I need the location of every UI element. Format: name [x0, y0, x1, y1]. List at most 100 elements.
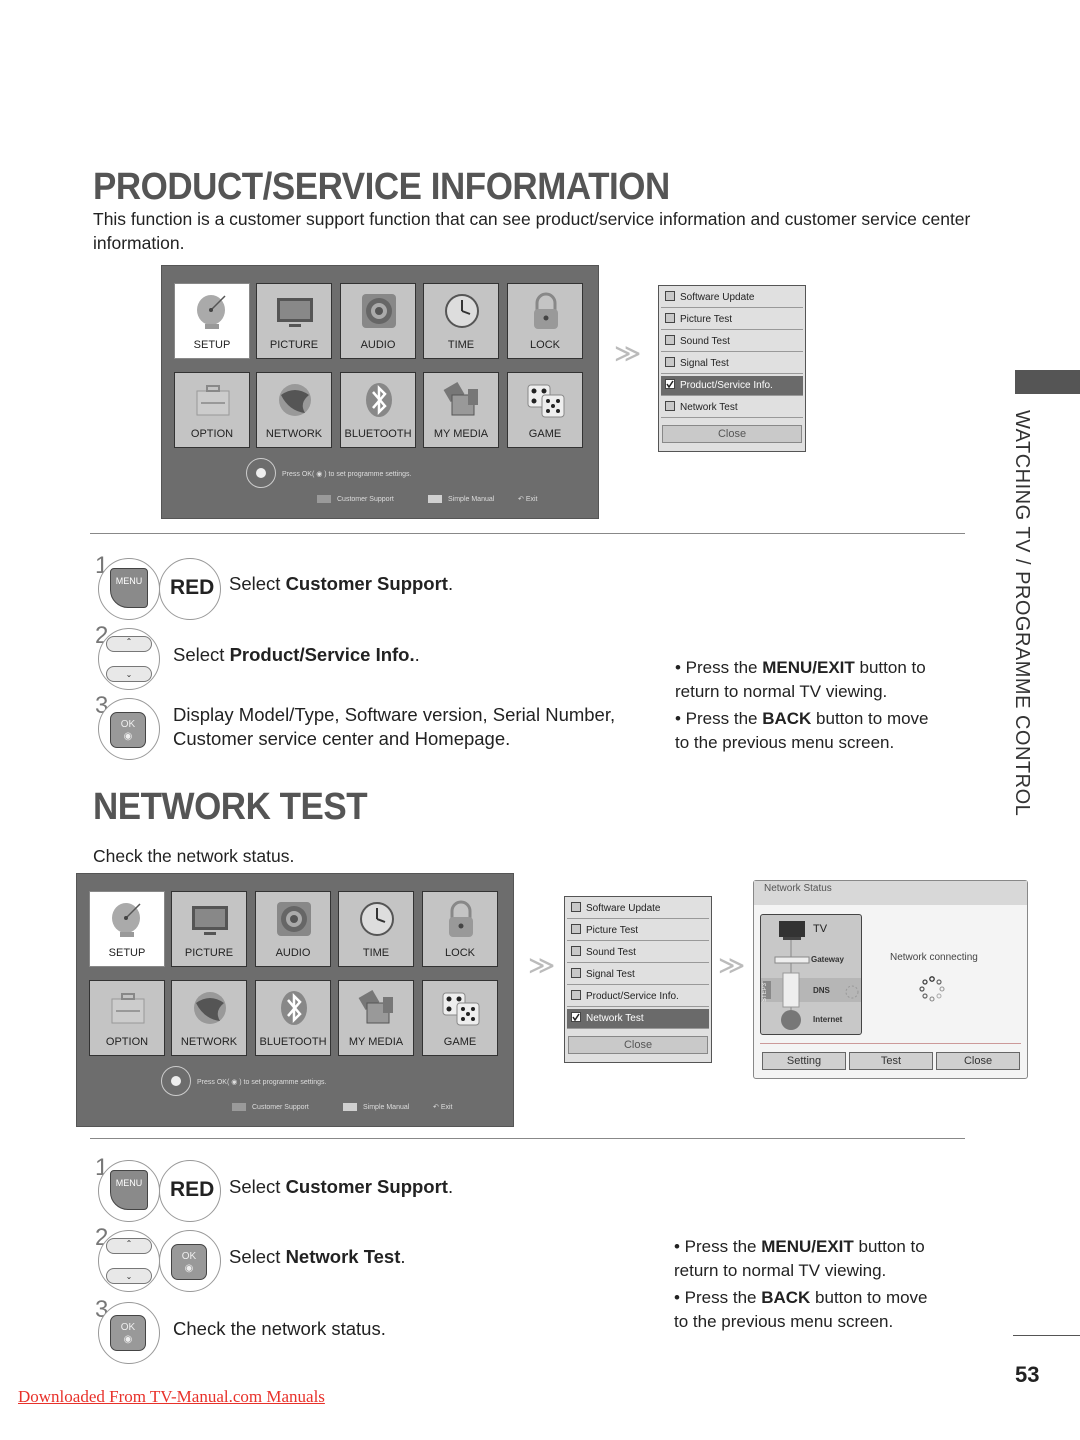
menu-tile-bluetooth[interactable]: BLUETOOTH — [255, 980, 331, 1056]
menu-tile-setup[interactable]: SETUP — [89, 891, 165, 967]
menu-tile-label: SETUP — [193, 339, 231, 351]
menu-tile-label: OPTION — [105, 1036, 149, 1048]
customer-support-submenu: Software Update Picture Test Sound Test Sig… — [658, 285, 806, 452]
menu-tile-option[interactable]: OPTION — [89, 980, 165, 1056]
submenu-item-label: Sound Test — [586, 947, 636, 958]
menu-tile-audio[interactable]: AUDIO — [255, 891, 331, 967]
node-label-tv: TV — [813, 923, 828, 935]
section-title-product-service: PRODUCT/SERVICE INFORMATION — [93, 166, 670, 208]
node-label-internet: Internet — [813, 1015, 843, 1024]
menu-tile-game[interactable]: GAME — [507, 372, 583, 448]
menu-tile-lock[interactable]: LOCK — [422, 891, 498, 967]
color-key-icon — [232, 1103, 246, 1111]
menu-tile-time[interactable]: TIME — [338, 891, 414, 967]
exit-icon: ↶ — [433, 1104, 441, 1111]
submenu-item-label: Software Update — [586, 903, 661, 914]
up-button-icon: ⌃ — [106, 1238, 152, 1254]
color-key-icon — [343, 1103, 357, 1111]
checked-checkbox-icon — [571, 1012, 581, 1023]
menu-tile-label: AUDIO — [360, 339, 396, 351]
menu-tile-label: AUDIO — [275, 947, 311, 959]
submenu-item-label: Picture Test — [680, 314, 733, 325]
dice-icon — [442, 992, 480, 1026]
submenu-item-network-test[interactable]: Network Test — [567, 1009, 709, 1029]
tv-monitor-icon — [192, 906, 228, 935]
checkbox-icon — [665, 335, 675, 346]
menu-tile-my-media[interactable]: MY MEDIA — [338, 980, 414, 1056]
submenu-item-sound-test[interactable]: Sound Test — [567, 943, 709, 963]
customer-support-submenu: Software Update Picture Test Sound Test Sig… — [564, 896, 712, 1063]
submenu-item-sound-test[interactable]: Sound Test — [661, 332, 803, 352]
download-source-link[interactable]: Downloaded From TV-Manual.com Manuals — [18, 1387, 325, 1407]
tv-monitor-icon — [277, 298, 313, 327]
next-arrow-icon: ≫ — [528, 950, 556, 980]
submenu-item-label: Sound Test — [680, 336, 730, 347]
navigation-pad-icon — [246, 458, 276, 488]
divider — [90, 1138, 965, 1139]
page-number: 53 — [1015, 1362, 1040, 1387]
submenu-item-software-update[interactable]: Software Update — [567, 899, 709, 919]
bluetooth-icon — [366, 383, 392, 417]
node-label-dns: DNS — [813, 986, 830, 995]
up-button-icon: ⌃ — [106, 636, 152, 652]
menu-tile-option[interactable]: OPTION — [174, 372, 250, 448]
setting-button[interactable]: Setting — [762, 1052, 846, 1070]
dice-icon — [527, 384, 565, 418]
note-back: • Press the BACK button to move to the pr… — [675, 709, 929, 752]
dialog-divider — [760, 1043, 1021, 1044]
menu-tile-label: PICTURE — [184, 947, 234, 959]
submenu-item-network-test[interactable]: Network Test — [661, 398, 803, 418]
legend-label: Simple Manual — [448, 495, 495, 503]
menu-tile-picture[interactable]: PICTURE — [171, 891, 247, 967]
checkbox-icon — [665, 291, 675, 302]
globe-icon — [279, 384, 311, 416]
menu-tile-setup[interactable]: SETUP — [174, 283, 250, 359]
menu-tile-my-media[interactable]: MY MEDIA — [423, 372, 499, 448]
submenu-close-button[interactable]: Close — [662, 425, 802, 443]
internet-node-icon — [781, 1010, 801, 1030]
legend-simple-manual: Simple Manual — [428, 495, 494, 503]
navigation-pad-icon — [161, 1066, 191, 1096]
clock-icon — [360, 902, 394, 936]
menu-tile-label: MY MEDIA — [348, 1036, 404, 1048]
chapter-label: WATCHING TV / PROGRAMME CONTROL — [1011, 410, 1033, 817]
legend-simple-manual: Simple Manual — [343, 1103, 409, 1111]
submenu-item-product-service-info[interactable]: Product/Service Info. — [567, 987, 709, 1007]
menu-tile-network[interactable]: NETWORK — [171, 980, 247, 1056]
submenu-item-signal-test[interactable]: Signal Test — [567, 965, 709, 985]
submenu-item-product-service-info[interactable]: Product/Service Info. — [661, 376, 803, 396]
menu-tile-label: OPTION — [190, 428, 234, 440]
legend-label: Simple Manual — [363, 1103, 410, 1111]
network-status-text: Network connecting — [890, 952, 978, 963]
submenu-item-software-update[interactable]: Software Update — [661, 288, 803, 308]
checkbox-icon — [571, 902, 581, 913]
menu-tile-time[interactable]: TIME — [423, 283, 499, 359]
legend-exit: ↶ Exit — [433, 1103, 452, 1111]
step-2-text: Select Network Test. — [229, 1246, 406, 1267]
test-button[interactable]: Test — [849, 1052, 933, 1070]
close-button[interactable]: Close — [936, 1052, 1020, 1070]
menu-tile-label: SETUP — [108, 947, 146, 959]
checked-checkbox-icon — [665, 379, 675, 390]
menu-tile-bluetooth[interactable]: BLUETOOTH — [340, 372, 416, 448]
menu-tile-picture[interactable]: PICTURE — [256, 283, 332, 359]
satellite-dish-icon — [112, 903, 141, 937]
menu-tile-audio[interactable]: AUDIO — [340, 283, 416, 359]
submenu-item-picture-test[interactable]: Picture Test — [567, 921, 709, 941]
chapter-tab — [1015, 370, 1080, 394]
menu-tile-game[interactable]: GAME — [422, 980, 498, 1056]
submenu-item-signal-test[interactable]: Signal Test — [661, 354, 803, 374]
checkbox-icon — [665, 357, 675, 368]
menu-tile-network[interactable]: NETWORK — [256, 372, 332, 448]
red-button-icon: RED — [170, 576, 215, 599]
globe-icon — [194, 992, 226, 1024]
down-button-icon: ⌄ — [106, 666, 152, 682]
submenu-item-label: Software Update — [680, 292, 755, 303]
legend-customer-support: Customer Support — [317, 495, 394, 503]
menu-tile-lock[interactable]: LOCK — [507, 283, 583, 359]
submenu-item-picture-test[interactable]: Picture Test — [661, 310, 803, 330]
padlock-icon — [449, 900, 473, 937]
exit-icon: ↶ — [518, 496, 526, 503]
submenu-close-button[interactable]: Close — [568, 1036, 708, 1054]
legend-label: Exit — [525, 496, 538, 503]
